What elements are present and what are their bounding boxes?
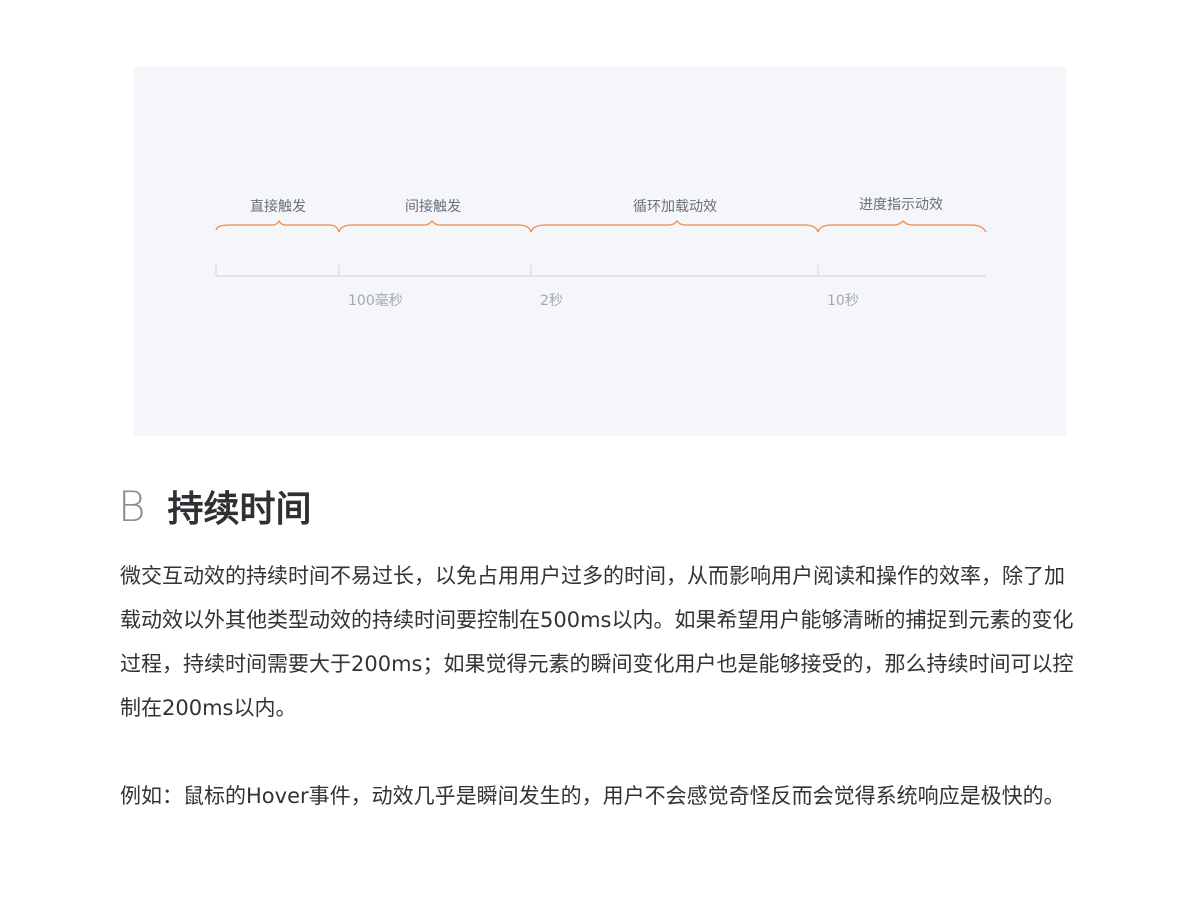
brace-progress (817, 220, 987, 233)
section-letter: B (118, 481, 146, 531)
tick-label-100ms: 100毫秒 (348, 292, 403, 309)
body-paragraph-duration: 微交互动效的持续时间不易过长，以免占用用户过多的时间，从而影响用户阅读和操作的效… (120, 564, 1074, 720)
section-heading: B 持续时间 (118, 478, 312, 534)
duration-timeline: 直接触发 间接触发 循环加载动效 进度指示动效 100毫秒 2秒 10秒 (215, 197, 987, 309)
segment-label-progress: 进度指示动效 (859, 197, 943, 213)
segment-label-loop: 循环加载动效 (633, 199, 717, 215)
segment-label-direct: 直接触发 (250, 198, 306, 215)
brace-indirect (338, 219, 532, 233)
duration-diagram: 直接触发 间接触发 循环加载动效 进度指示动效 100毫秒 2秒 10秒 (134, 67, 1066, 436)
tick-label-2s: 2秒 (540, 293, 563, 309)
section-title: 持续时间 (167, 489, 312, 530)
brace-loop (530, 219, 819, 233)
brace-direct (215, 219, 340, 233)
body-paragraph-example: 例如：鼠标的Hover事件，动效几乎是瞬间发生的，用户不会感觉奇怪反而会觉得系统… (120, 784, 1065, 808)
segment-label-indirect: 间接触发 (405, 198, 461, 215)
tick-label-10s: 10秒 (827, 293, 859, 309)
